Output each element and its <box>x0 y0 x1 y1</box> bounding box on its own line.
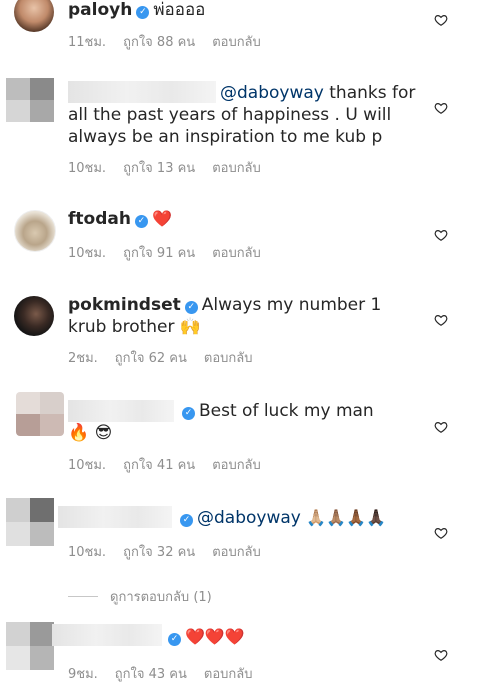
like-count[interactable]: ถูกใจ 13 คน <box>123 161 195 176</box>
divider <box>68 596 98 597</box>
verified-badge-icon: ✓ <box>168 633 181 646</box>
avatar[interactable] <box>6 498 54 546</box>
comment-body: 🙏🏼🙏🏽🙏🏾🙏🏿 <box>306 508 386 527</box>
heart-outline-icon[interactable] <box>434 419 448 433</box>
avatar[interactable] <box>6 78 54 122</box>
comment-time: 10ชม. <box>68 545 107 560</box>
username[interactable]: paloyh <box>68 0 132 20</box>
reply-button[interactable]: ตอบกลับ <box>212 246 261 261</box>
reply-button[interactable]: ตอบกลับ <box>204 351 253 366</box>
comment-meta: 10ชม. ถูกใจ 41 คน ตอบกลับ <box>68 454 278 475</box>
like-count[interactable]: ถูกใจ 43 คน <box>115 667 187 682</box>
username[interactable]: ftodah <box>68 209 131 229</box>
comment-text: ftodah ✓ ❤️ <box>68 208 172 230</box>
verified-badge-icon: ✓ <box>136 6 150 19</box>
view-replies-label: ดูการตอบกลับ (1) <box>110 590 212 605</box>
reply-button[interactable]: ตอบกลับ <box>212 161 261 176</box>
like-count[interactable]: ถูกใจ 91 คน <box>123 246 195 261</box>
verified-badge-icon: ✓ <box>184 301 198 314</box>
reply-button[interactable]: ตอบกลับ <box>204 667 253 682</box>
comment-text: @daboyway thanks for all the past years … <box>68 82 418 148</box>
reply-button[interactable]: ตอบกลับ <box>212 545 261 560</box>
comment-time: 10ชม. <box>68 161 107 176</box>
comment-meta: 10ชม. ถูกใจ 13 คน ตอบกลับ <box>68 157 278 178</box>
reply-button[interactable]: ตอบกลับ <box>212 35 261 50</box>
heart-outline-icon[interactable] <box>434 12 448 26</box>
comment-text: ✓ @daboyway 🙏🏼🙏🏽🙏🏾🙏🏿 <box>176 507 386 529</box>
avatar[interactable] <box>14 296 54 336</box>
view-replies-button[interactable]: ดูการตอบกลับ (1) <box>68 586 212 607</box>
heart-outline-icon[interactable] <box>434 227 448 241</box>
avatar[interactable] <box>6 622 54 670</box>
verified-badge-icon: ✓ <box>182 407 195 420</box>
comment-text: ✓ Best of luck my man 🔥 😎 <box>68 400 398 444</box>
comment-time: 10ชม. <box>68 458 107 473</box>
avatar[interactable] <box>16 392 64 436</box>
avatar[interactable] <box>14 0 54 32</box>
heart-outline-icon[interactable] <box>434 525 448 539</box>
username-redacted <box>58 506 172 528</box>
username[interactable]: pokmindset <box>68 295 181 315</box>
comment-meta: 2ชม. ถูกใจ 62 คน ตอบกลับ <box>68 347 270 368</box>
verified-badge-icon: ✓ <box>134 215 148 228</box>
avatar[interactable] <box>14 210 56 252</box>
comment-meta: 10ชม. ถูกใจ 91 คน ตอบกลับ <box>68 242 278 263</box>
like-count[interactable]: ถูกใจ 62 คน <box>115 351 187 366</box>
like-count[interactable]: ถูกใจ 32 คน <box>123 545 195 560</box>
heart-outline-icon[interactable] <box>434 100 448 114</box>
comment-text: paloyh ✓ พ่ออออ <box>68 0 205 21</box>
comment-meta: 10ชม. ถูกใจ 32 คน ตอบกลับ <box>68 541 278 562</box>
comment-body: พ่ออออ <box>153 0 206 20</box>
verified-badge-icon: ✓ <box>180 514 193 527</box>
reply-button[interactable]: ตอบกลับ <box>212 458 261 473</box>
comment-time: 9ชม. <box>68 667 98 682</box>
heart-outline-icon[interactable] <box>434 312 448 326</box>
heart-outline-icon[interactable] <box>434 647 448 661</box>
mention-link[interactable]: @daboyway <box>220 83 324 103</box>
comment-body: ❤️ <box>151 209 172 228</box>
like-count[interactable]: ถูกใจ 41 คน <box>123 458 195 473</box>
comment-meta: 9ชม. ถูกใจ 43 คน ตอบกลับ <box>68 663 270 684</box>
comment-time: 2ชม. <box>68 351 98 366</box>
username-redacted <box>52 624 162 646</box>
comment-meta: 11ชม. ถูกใจ 88 คน ตอบกลับ <box>68 31 278 52</box>
like-count[interactable]: ถูกใจ 88 คน <box>123 35 195 50</box>
comment-text: ✓ ❤️❤️❤️ <box>164 626 245 648</box>
comment-text: pokmindset ✓ Always my number 1 krub broth… <box>68 294 418 338</box>
comment-time: 10ชม. <box>68 246 107 261</box>
comment-body: Best of luck my man 🔥 😎 <box>68 401 374 443</box>
comment-body: ❤️❤️❤️ <box>185 627 245 646</box>
comment-time: 11ชม. <box>68 35 107 50</box>
mention-link[interactable]: @daboyway <box>197 508 301 528</box>
